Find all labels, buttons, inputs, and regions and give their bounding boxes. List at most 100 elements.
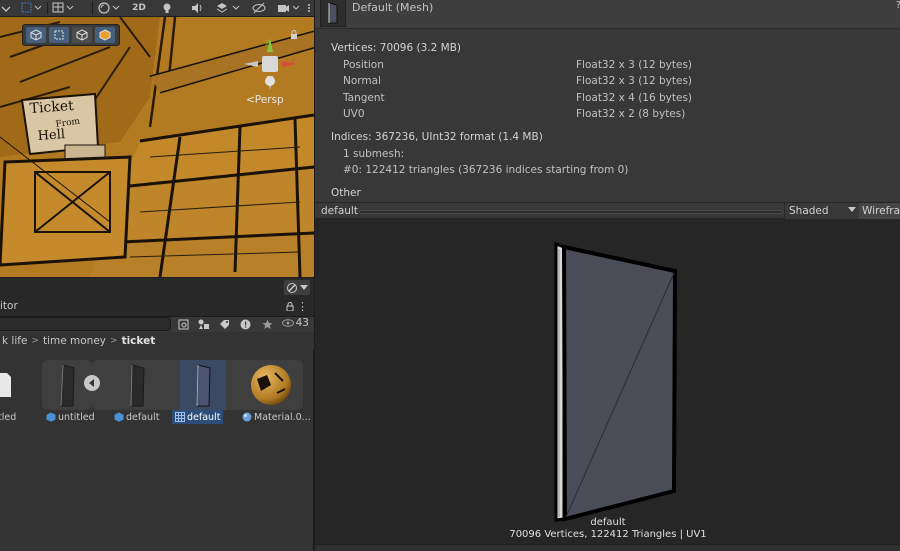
inspector-panel: Default (Mesh) ? Vertices: 70096 (3.2 MB…	[314, 0, 900, 551]
hidden-count-label: 43	[295, 317, 309, 329]
effects-dropdown[interactable]	[214, 0, 244, 16]
wireframe-toggle[interactable]: Wirefram	[859, 203, 900, 219]
lock-icon[interactable]	[290, 30, 298, 39]
scene-viewport[interactable]: Ticket From Hell y x <Persp	[0, 17, 314, 277]
svg-text:x: x	[291, 57, 295, 65]
attribute-format: Float32 x 4 (16 bytes)	[576, 92, 693, 104]
asset-label: default	[126, 411, 160, 423]
perspective-label[interactable]: <Persp	[246, 94, 284, 106]
kebab-icon	[308, 4, 310, 12]
snap-settings-button[interactable]	[50, 0, 78, 16]
other-section-header[interactable]: Other	[331, 187, 361, 199]
asset-thumbnail[interactable]	[0, 360, 12, 410]
attribute-format: Float32 x 2 (8 bytes)	[576, 108, 686, 120]
asset-grid: tled untitled default default Mater	[0, 349, 314, 551]
lock-icon[interactable]	[286, 302, 294, 311]
layers-icon	[216, 3, 240, 13]
image-search-icon	[178, 319, 189, 329]
chevron-right-icon: >	[110, 335, 118, 346]
chevron-down-icon	[848, 207, 856, 212]
favorites-button[interactable]	[261, 318, 274, 330]
filter-by-label-button[interactable]	[218, 318, 231, 330]
eye-icon	[281, 319, 294, 327]
chevron-left-icon	[89, 379, 94, 387]
draw-mode-button[interactable]	[96, 0, 124, 16]
scene-status-bar	[0, 277, 314, 297]
mesh-preview-viewport[interactable]: default 70096 Vertices, 122412 Triangles…	[315, 219, 900, 544]
gizmo-center[interactable]	[262, 56, 278, 72]
shading-sphere-icon	[98, 2, 120, 14]
scene-tool-dropdown[interactable]	[0, 0, 12, 16]
file-icon	[0, 373, 11, 397]
compass-icon	[287, 282, 297, 293]
attribute-name: Position	[343, 59, 384, 71]
mesh-grid-icon	[175, 412, 185, 422]
snap-increment-button[interactable]	[284, 280, 310, 295]
svg-text:y: y	[265, 38, 269, 46]
submesh-detail: #0: 122412 triangles (367236 indices sta…	[343, 164, 629, 176]
hidden-packages-toggle[interactable]: 43	[281, 317, 309, 329]
tab-project-editor[interactable]: itor	[0, 300, 18, 312]
asset-label: untitled	[58, 411, 95, 423]
scene-toolbar: 2D	[0, 0, 314, 17]
breadcrumb-item[interactable]: k life	[2, 335, 27, 347]
cube-icon	[76, 29, 88, 41]
warning-circle-icon	[240, 319, 251, 329]
mesh-thumbnail-icon	[196, 364, 211, 407]
rect-select-icon	[54, 30, 64, 40]
filter-by-log-button[interactable]	[239, 318, 252, 330]
tag-icon	[220, 319, 229, 329]
help-icon[interactable]: ?	[896, 0, 900, 11]
submesh-count: 1 submesh:	[343, 148, 405, 160]
preview-caption-name: default	[590, 517, 626, 528]
material-icon	[242, 412, 252, 422]
gizmo-neg-x-axis[interactable]	[244, 61, 258, 67]
orientation-gizmo[interactable]: y x	[240, 34, 300, 100]
asset-label: Material.0...	[254, 411, 311, 423]
breadcrumb-item-current[interactable]: ticket	[122, 335, 156, 347]
scene-overlay-toolbar	[22, 24, 120, 46]
eye-slash-icon	[252, 2, 266, 14]
gizmos-menu-button[interactable]	[304, 0, 314, 16]
prefab-icon	[46, 412, 56, 422]
snap-grid-icon	[52, 2, 74, 13]
shapes-icon	[198, 319, 209, 329]
lighting-toggle-button[interactable]	[156, 0, 178, 16]
mode-2d-button[interactable]: 2D	[128, 0, 150, 16]
attribute-name: Tangent	[343, 92, 385, 104]
speaker-icon	[192, 3, 202, 13]
audio-toggle-button[interactable]	[186, 0, 208, 16]
vertices-header: Vertices: 70096 (3.2 MB)	[331, 42, 461, 54]
light-bulb-icon	[163, 3, 171, 13]
collapse-subassets-button[interactable]	[84, 375, 100, 391]
preview-resize-handle[interactable]	[359, 210, 783, 214]
asset-thumbnail[interactable]	[112, 360, 162, 410]
shading-mode-label: Shaded	[789, 205, 829, 217]
grid-toggle-button[interactable]	[18, 0, 44, 16]
asset-thumbnail[interactable]	[248, 360, 294, 410]
rect-select-button[interactable]	[49, 27, 69, 43]
shading-mode-dropdown[interactable]: Shaded	[784, 203, 859, 219]
asset-item[interactable]: default	[114, 410, 159, 424]
breadcrumb-item[interactable]: time money	[43, 335, 106, 347]
asset-item[interactable]: untitled	[46, 410, 95, 424]
breadcrumb: k life > time money > ticket	[0, 332, 314, 349]
view-cube-button[interactable]	[26, 27, 46, 43]
scene-visibility-button[interactable]	[248, 0, 270, 16]
tab-menu-icon[interactable]: ⋮	[297, 300, 308, 313]
asset-label[interactable]: tled	[0, 410, 16, 424]
project-toolbar: 43	[0, 317, 314, 332]
cube-solid-button[interactable]	[95, 27, 115, 43]
filter-by-type-button[interactable]	[197, 318, 210, 330]
asset-item[interactable]: Material.0...	[242, 410, 311, 424]
search-input[interactable]	[0, 317, 171, 331]
search-by-type-button[interactable]	[177, 318, 190, 330]
asset-thumbnail-selected[interactable]	[180, 360, 226, 410]
cube-outline-button[interactable]	[72, 27, 92, 43]
preview-name: default	[321, 205, 358, 217]
camera-settings-button[interactable]	[276, 0, 302, 16]
indices-header: Indices: 367236, UInt32 format (1.4 MB)	[331, 131, 543, 143]
asset-item-selected[interactable]: default	[172, 410, 224, 424]
chevron-right-icon: >	[31, 335, 39, 346]
mesh-preview-render	[554, 241, 678, 522]
